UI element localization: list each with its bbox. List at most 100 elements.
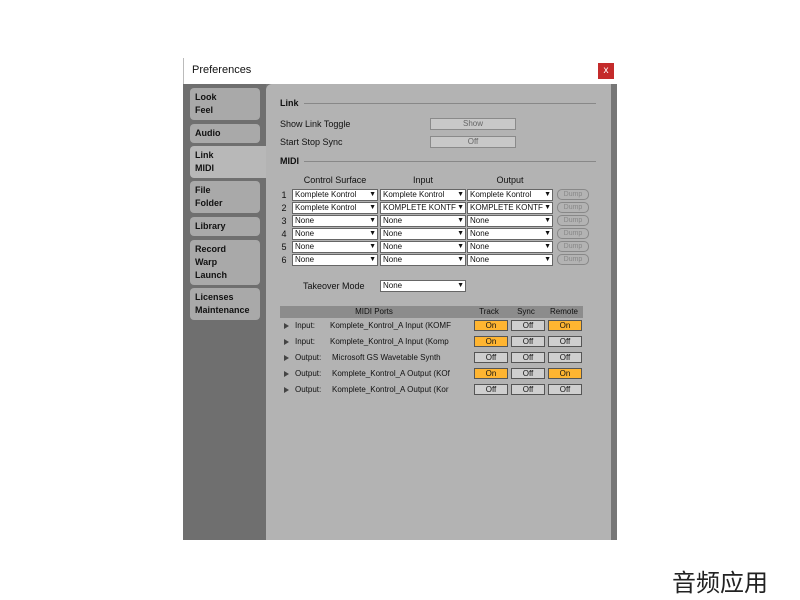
sidebar-item-label: Folder [195,198,223,208]
track-toggle[interactable]: On [474,336,508,347]
input-dropdown[interactable]: None ▼ [380,254,466,266]
port-type: Input: [295,337,316,346]
sync-toggle[interactable]: Off [511,368,545,379]
track-toggle[interactable]: On [474,320,508,331]
dump-button[interactable]: Dump [557,215,589,226]
sidebar-item-label: Link [195,150,214,160]
sidebar-item-label: Record [195,244,227,254]
control-surface-dropdown[interactable]: Komplete Kontrol ▼ [292,189,378,201]
section-divider [304,103,596,104]
sidebar-item-label: Audio [195,128,221,138]
input-dropdown[interactable]: KOMPLETE KONTF ▼ [380,202,466,214]
output-header: Output [496,175,524,185]
sidebar-item-label: Warp [195,257,218,267]
dropdown-value: None [383,281,403,290]
dump-button[interactable]: Dump [557,241,589,252]
dropdown-value: None [383,255,403,264]
remote-toggle[interactable]: Off [548,384,582,395]
start-stop-sync-label: Start Stop Sync [280,137,343,147]
input-dropdown[interactable]: None ▼ [380,241,466,253]
input-dropdown[interactable]: None ▼ [380,228,466,240]
row-number: 3 [281,216,287,226]
port-type: Output: [295,353,322,362]
input-dropdown[interactable]: None ▼ [380,215,466,227]
dropdown-arrow-icon: ▼ [369,230,376,237]
sidebar-item-label: Library [195,221,226,231]
dump-button[interactable]: Dump [557,202,589,213]
sync-toggle[interactable]: Off [511,320,545,331]
control-surface-dropdown[interactable]: None ▼ [292,254,378,266]
sidebar-item-label: File [195,185,211,195]
track-toggle[interactable]: Off [474,352,508,363]
window-title: Preferences [192,64,252,76]
sidebar-item-licenses-maintenance[interactable]: Licenses Maintenance [190,288,260,320]
show-link-toggle-button[interactable]: Show [430,118,516,130]
sync-toggle[interactable]: Off [511,384,545,395]
output-dropdown[interactable]: None ▼ [467,241,553,253]
port-type: Input: [295,321,316,330]
input-dropdown[interactable]: Komplete Kontrol ▼ [380,189,466,201]
port-name: Komplete_Kontrol_A Output (KOf [332,369,450,378]
sync-toggle[interactable]: Off [511,336,545,347]
dropdown-arrow-icon: ▼ [544,256,551,263]
dump-button[interactable]: Dump [557,228,589,239]
dropdown-arrow-icon: ▼ [544,191,551,198]
port-type: Output: [295,369,322,378]
output-dropdown[interactable]: None ▼ [467,254,553,266]
output-dropdown[interactable]: Komplete Kontrol ▼ [467,189,553,201]
sidebar-item-record-warp-launch[interactable]: Record Warp Launch [190,240,260,285]
remote-toggle[interactable]: Off [548,352,582,363]
dropdown-arrow-icon: ▼ [544,230,551,237]
takeover-mode-dropdown[interactable]: None ▼ [380,280,466,292]
dump-button[interactable]: Dump [557,254,589,265]
dropdown-value: None [383,216,403,225]
track-toggle[interactable]: On [474,368,508,379]
preferences-content: Link Show Link Toggle Show Start Stop Sy… [266,84,611,540]
remote-toggle[interactable]: On [548,320,582,331]
control-surface-dropdown[interactable]: Komplete Kontrol ▼ [292,202,378,214]
output-dropdown[interactable]: None ▼ [467,215,553,227]
dump-button[interactable]: Dump [557,189,589,200]
track-toggle[interactable]: Off [474,384,508,395]
sidebar-item-label: Feel [195,105,214,115]
dropdown-value: None [470,242,490,251]
close-button[interactable]: x [598,63,614,79]
dropdown-value: None [470,255,490,264]
output-dropdown[interactable]: KOMPLETE KONTF ▼ [467,202,553,214]
output-dropdown[interactable]: None ▼ [467,228,553,240]
sidebar-item-audio[interactable]: Audio [190,124,260,143]
sidebar-item-link-midi[interactable]: Link MIDI [190,146,267,178]
expand-arrow-icon[interactable] [284,323,289,329]
expand-arrow-icon[interactable] [284,355,289,361]
start-stop-sync-button[interactable]: Off [430,136,516,148]
sync-toggle[interactable]: Off [511,352,545,363]
dropdown-value: KOMPLETE KONTF [470,203,543,212]
expand-arrow-icon[interactable] [284,387,289,393]
sidebar-item-label: MIDI [195,163,214,173]
dropdown-arrow-icon: ▼ [544,217,551,224]
control-surface-header: Control Surface [303,175,367,185]
row-number: 6 [281,255,287,265]
dropdown-arrow-icon: ▼ [369,217,376,224]
takeover-mode-label: Takeover Mode [303,281,365,291]
sidebar-item-library[interactable]: Library [190,217,260,236]
remote-toggle[interactable]: Off [548,336,582,347]
control-surface-dropdown[interactable]: None ▼ [292,228,378,240]
control-surface-dropdown[interactable]: None ▼ [292,215,378,227]
dropdown-arrow-icon: ▼ [457,230,464,237]
control-surface-dropdown[interactable]: None ▼ [292,241,378,253]
title-bar: Preferences x [183,58,617,84]
sidebar-item-file-folder[interactable]: File Folder [190,181,260,213]
sidebar-item-look-feel[interactable]: Look Feel [190,88,260,120]
port-name: Microsoft GS Wavetable Synth [332,353,441,362]
dropdown-arrow-icon: ▼ [457,243,464,250]
row-number: 2 [281,203,287,213]
sidebar-item-label: Look [195,92,217,102]
expand-arrow-icon[interactable] [284,339,289,345]
dropdown-value: Komplete Kontrol [470,190,532,199]
remote-toggle[interactable]: On [548,368,582,379]
dropdown-arrow-icon: ▼ [457,282,464,289]
dropdown-value: Komplete Kontrol [383,190,445,199]
expand-arrow-icon[interactable] [284,371,289,377]
dropdown-value: None [295,242,315,251]
